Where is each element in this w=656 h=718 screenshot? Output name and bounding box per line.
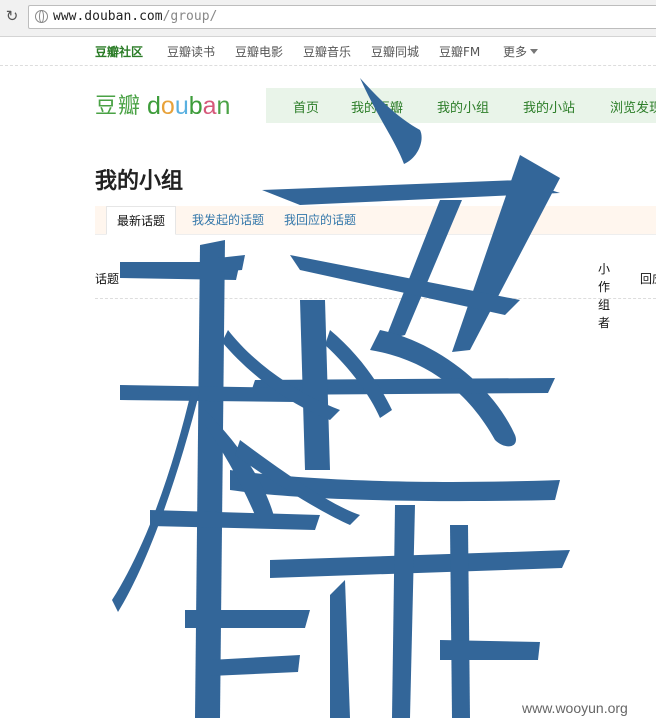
- logo-cn: 豆瓣: [95, 94, 142, 119]
- site-nav-explore[interactable]: 浏览发现: [610, 97, 656, 116]
- site-nav: 首页 我的豆瓣 我的小组 我的小站 浏览发现: [266, 88, 656, 123]
- global-nav-events[interactable]: 豆瓣同城: [371, 43, 419, 60]
- tab-latest-topics[interactable]: 最新话题: [106, 206, 177, 235]
- global-nav-movies[interactable]: 豆瓣电影: [235, 43, 283, 60]
- topic-tabs: 最新话题 我发起的话题 我回应的话题: [95, 206, 656, 235]
- global-nav-fm[interactable]: 豆瓣FM: [439, 43, 480, 60]
- more-label: 更多: [503, 45, 528, 59]
- page-title: 我的小组: [95, 169, 184, 194]
- global-nav: 豆瓣社区 豆瓣读书 豆瓣电影 豆瓣音乐 豆瓣同城 豆瓣FM 更多: [0, 37, 656, 66]
- column-reply: 回应: [640, 272, 656, 286]
- global-nav-community[interactable]: 豆瓣社区: [95, 43, 143, 60]
- chevron-down-icon: [530, 49, 539, 54]
- global-nav-more[interactable]: 更多: [503, 43, 539, 60]
- watermark: www.wooyun.org: [522, 700, 628, 716]
- address-bar[interactable]: www.douban.com/group/: [28, 5, 656, 29]
- logo-en: douban: [147, 92, 231, 120]
- global-nav-books[interactable]: 豆瓣读书: [167, 43, 215, 60]
- column-topic: 话题: [95, 272, 120, 286]
- site-nav-my-douban[interactable]: 我的豆瓣: [351, 97, 403, 116]
- reload-icon[interactable]: ↻: [5, 9, 19, 24]
- url-text[interactable]: www.douban.com/group/: [53, 9, 217, 24]
- tab-my-topics[interactable]: 我发起的话题: [192, 206, 264, 233]
- globe-icon: [35, 10, 48, 23]
- tab-my-replies[interactable]: 我回应的话题: [284, 206, 356, 233]
- browser-toolbar: ↻ www.douban.com/group/: [0, 0, 656, 37]
- global-nav-music[interactable]: 豆瓣音乐: [303, 43, 351, 60]
- topic-table-header: 话题 小 作 组 者 回应: [95, 258, 656, 330]
- site-nav-home[interactable]: 首页: [293, 97, 319, 116]
- site-nav-my-groups[interactable]: 我的小组: [437, 97, 489, 116]
- site-nav-my-sites[interactable]: 我的小站: [523, 97, 575, 116]
- column-group-author: 小 作 组 者: [598, 262, 612, 330]
